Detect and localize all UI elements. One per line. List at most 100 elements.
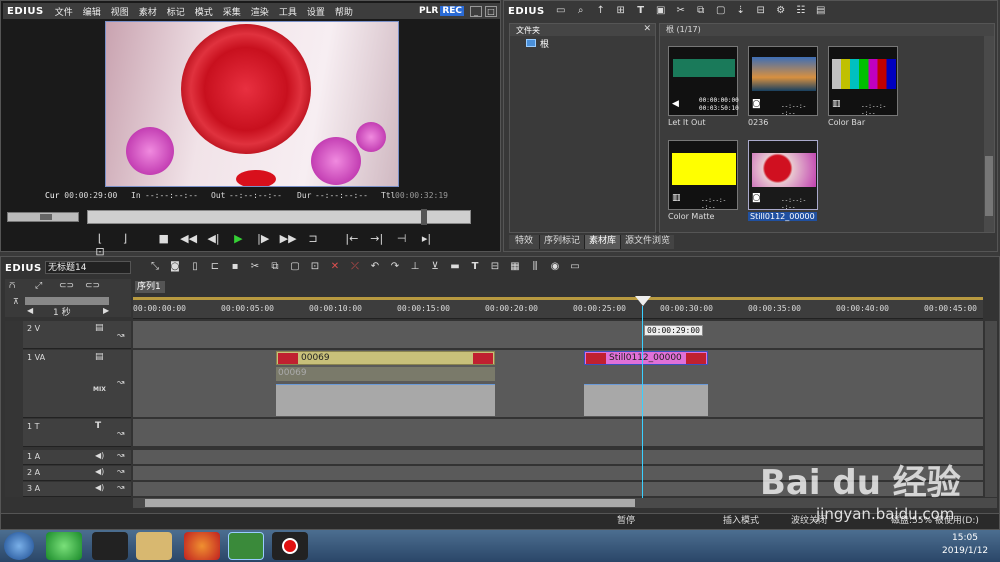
stop-icon[interactable]: ■ <box>153 232 175 245</box>
clip-thumb-let-it-out[interactable]: ◀ 00:00:00:00 00:03:50:10 <box>668 46 739 116</box>
clock-time[interactable]: 15:05 <box>952 533 978 543</box>
split-icon[interactable]: ⊣ <box>391 232 413 245</box>
track-header-1t[interactable]: 1 T T ↝ <box>23 419 131 447</box>
audio-mixer-icon[interactable]: ⊟ <box>487 260 503 274</box>
clip-name[interactable]: Color Bar <box>828 118 865 127</box>
mode-icon[interactable]: ⤡ <box>147 260 163 274</box>
clip-area-scrollbar[interactable] <box>984 36 994 232</box>
render-icon[interactable]: ▭ <box>567 260 583 274</box>
replace-icon[interactable]: ⊡ <box>307 260 323 274</box>
properties-icon[interactable]: ⚙ <box>773 4 789 18</box>
track-row-2v[interactable] <box>133 321 983 349</box>
playhead-marker[interactable] <box>635 296 651 306</box>
menu-file[interactable]: 文件 <box>50 5 78 18</box>
step-forward-icon[interactable]: |▶ <box>252 232 274 245</box>
menu-settings[interactable]: 设置 <box>302 5 330 18</box>
snapshot-icon[interactable]: ◙ <box>167 260 183 274</box>
cut-icon[interactable]: ✂ <box>247 260 263 274</box>
output-icon[interactable]: ▸| <box>416 232 438 245</box>
copy-icon[interactable]: ⧉ <box>693 4 709 18</box>
scrub-bar[interactable] <box>87 209 471 225</box>
tab-sequence-1[interactable]: 序列1 <box>135 281 165 293</box>
mix-label[interactable]: MIX <box>93 386 106 393</box>
play-icon[interactable]: ▶ <box>227 232 249 245</box>
menu-clip[interactable]: 素材 <box>134 5 162 18</box>
paste-icon[interactable]: ▢ <box>287 260 303 274</box>
cut-icon[interactable]: ✂ <box>673 4 689 18</box>
timeline-audio-clip-00069[interactable]: 00069 <box>276 367 495 381</box>
copy-icon[interactable]: ⧉ <box>267 260 283 274</box>
set-in-icon[interactable]: ⌊ <box>89 232 111 245</box>
menu-edit[interactable]: 编辑 <box>78 5 106 18</box>
project-name-field[interactable]: 无标题14 <box>45 261 131 274</box>
track-expand-icon[interactable]: ↝ <box>117 331 125 341</box>
track-expand-icon[interactable]: ↝ <box>117 467 125 477</box>
save-icon[interactable]: ▪ <box>227 260 243 274</box>
clip-name-selected[interactable]: Still0112_00000 <box>748 212 817 221</box>
tab-sequence-markers[interactable]: 序列标记 <box>540 235 586 249</box>
add-to-timeline-icon[interactable]: ⇣ <box>733 4 749 18</box>
record-icon[interactable]: ◉ <box>547 260 563 274</box>
menu-render[interactable]: 渲染 <box>246 5 274 18</box>
timescale-arrow-left[interactable]: ◀ <box>27 306 33 315</box>
color-icon[interactable]: ▣ <box>653 4 669 18</box>
link-tracks-icon[interactable]: ⊂⊃ <box>59 281 74 291</box>
clip-name[interactable]: Color Matte <box>668 212 714 221</box>
title-icon[interactable]: T <box>467 260 483 274</box>
track-expand-icon[interactable]: ↝ <box>117 429 125 439</box>
speaker-icon[interactable]: ◀) <box>95 467 104 476</box>
taskbar-record-icon[interactable] <box>272 532 308 560</box>
loop-icon[interactable]: ⊐ <box>302 232 324 245</box>
track-video-icon[interactable]: ▤ <box>95 352 104 362</box>
track-view-icon[interactable]: ⩃ <box>9 281 15 291</box>
folder-icon[interactable]: ▭ <box>553 4 569 18</box>
ripple-delete-icon[interactable]: ⤫ <box>347 260 363 274</box>
open-icon[interactable]: ⊏ <box>207 260 223 274</box>
tab-bin[interactable]: 素材库 <box>585 235 622 249</box>
root-folder-label[interactable]: 根 <box>540 37 549 50</box>
up-folder-icon[interactable]: ↑ <box>593 4 609 18</box>
title-icon[interactable]: T <box>633 4 649 18</box>
track-expand-icon[interactable]: ↝ <box>117 483 125 493</box>
taskbar-app-refresh-icon[interactable] <box>46 532 82 560</box>
snap-icon[interactable]: ⊻ <box>427 260 443 274</box>
set-out-icon[interactable]: ⌋ <box>114 232 136 245</box>
playback-slider[interactable] <box>7 212 79 222</box>
track-video-icon[interactable]: ▤ <box>95 323 104 333</box>
track-header-1va[interactable]: 1 VA ▤ MIX ↝ <box>23 350 131 418</box>
menu-help[interactable]: 帮助 <box>330 5 358 18</box>
timescale-arrow-right[interactable]: ▶ <box>103 306 109 315</box>
paste-icon[interactable]: ▢ <box>713 4 729 18</box>
taskbar-explorer-icon[interactable] <box>136 532 172 560</box>
track-header-2v[interactable]: 2 V ▤ ↝ <box>23 321 131 349</box>
timescale-slider[interactable] <box>25 297 109 305</box>
clip-name[interactable]: Let It Out <box>668 118 705 127</box>
fast-forward-icon[interactable]: ▶▶ <box>277 232 299 245</box>
status-insert-mode[interactable]: 插入模式 <box>723 514 759 528</box>
start-button[interactable] <box>4 532 34 560</box>
track-expand-icon[interactable]: ↝ <box>117 378 125 388</box>
clock-date[interactable]: 2019/1/12 <box>942 546 988 556</box>
title-track-icon[interactable]: T <box>95 421 101 431</box>
menu-marker[interactable]: 标记 <box>162 5 190 18</box>
minimize-button[interactable]: _ <box>470 5 482 17</box>
menu-view[interactable]: 视图 <box>106 5 134 18</box>
insert-timeline-icon[interactable]: |← <box>341 232 363 245</box>
clip-name[interactable]: 0236 <box>748 118 768 127</box>
menu-tools[interactable]: 工具 <box>274 5 302 18</box>
track-header-2a[interactable]: 2 A ◀) ↝ <box>23 466 131 481</box>
speaker-icon[interactable]: ◀) <box>95 451 104 460</box>
taskbar-qq-icon[interactable] <box>92 532 128 560</box>
speaker-icon[interactable]: ◀) <box>95 483 104 492</box>
maximize-button[interactable]: □ <box>485 5 497 17</box>
step-back-icon[interactable]: ◀| <box>203 232 225 245</box>
delete-icon[interactable]: ⊟ <box>753 4 769 18</box>
track-expand-icon[interactable]: ↝ <box>117 451 125 461</box>
horizontal-scrollbar-thumb[interactable] <box>145 499 635 507</box>
redo-icon[interactable]: ↷ <box>387 260 403 274</box>
timeline-ruler[interactable]: 00:00:00:00 00:00:05:00 00:00:10:00 00:0… <box>133 297 983 319</box>
view-icon[interactable]: ☷ <box>793 4 809 18</box>
sync-icon[interactable]: ⊂⊃ <box>85 281 100 291</box>
grid-icon[interactable]: ▦ <box>507 260 523 274</box>
bin-settings-icon[interactable]: ▤ <box>813 4 829 18</box>
